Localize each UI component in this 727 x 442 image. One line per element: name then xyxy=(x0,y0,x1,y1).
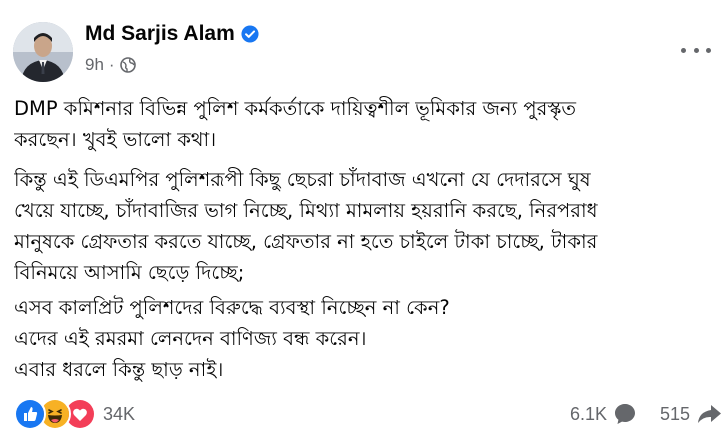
text-line: এদের এই রমরমা লেনদেন বাণিজ্য বন্ধ করেন। xyxy=(14,327,367,350)
text-line: এবার ধরলে কিন্তু ছাড় নাই। xyxy=(14,358,224,381)
shares-count[interactable]: 515 xyxy=(660,404,690,425)
post-paragraph: এসব কালপ্রিট পুলিশদের বিরুদ্ধে ব্যবস্থা … xyxy=(14,292,713,385)
post-paragraph: কিন্তু এই ডিএমপির পুলিশরূপী কিছু ছেচরা চ… xyxy=(14,164,713,288)
meta-separator: · xyxy=(108,55,115,74)
post-author[interactable]: Md Sarjis Alam xyxy=(85,22,259,46)
comments-summary[interactable]: 6.1K xyxy=(570,402,637,426)
shares-summary[interactable]: 515 xyxy=(660,402,722,426)
reactions-count[interactable]: 34K xyxy=(103,404,135,425)
more-options-dot xyxy=(693,47,699,53)
author-avatar[interactable] xyxy=(13,22,73,82)
text-line: বিনিময়ে আসামি ছেড়ে দিচ্ছে; xyxy=(14,261,245,284)
text-line: এসব কালপ্রিট পুলিশদের বিরুদ্ধে ব্যবস্থা … xyxy=(14,296,450,319)
post-paragraph: DMP কমিশনার বিভিন্ন পুলিশ কর্মকর্তাকে দা… xyxy=(14,93,713,155)
post-meta: 9h · xyxy=(85,55,136,75)
comments-count[interactable]: 6.1K xyxy=(570,404,607,425)
verified-badge-icon xyxy=(241,25,259,43)
text-line: খেয়ে যাচ্ছে, চাঁদাবাজির ভাগ নিচ্ছে, মিথ… xyxy=(14,199,598,222)
share-icon xyxy=(698,405,722,423)
avatar-image xyxy=(13,22,73,82)
reactions-summary[interactable]: 34K xyxy=(14,398,135,430)
text-line: করছেন। খুবই ভালো কথা। xyxy=(14,128,217,151)
text-line: কিন্তু এই ডিএমপির পুলিশরূপী কিছু ছেচরা চ… xyxy=(14,168,591,191)
comment-icon xyxy=(615,404,636,424)
text-line: DMP কমিশনার বিভিন্ন পুলিশ কর্মকর্তাকে দা… xyxy=(14,97,577,120)
globe-icon[interactable] xyxy=(119,57,136,73)
author-name[interactable]: Md Sarjis Alam xyxy=(85,22,235,46)
post-timestamp[interactable]: 9h xyxy=(85,55,104,75)
like-icon xyxy=(14,398,46,430)
more-options-button[interactable] xyxy=(681,38,711,62)
text-line: মানুষকে গ্রেফতার করতে যাচ্ছে, গ্রেফতার ন… xyxy=(14,230,598,253)
more-options-dot xyxy=(706,47,711,53)
more-options-icon xyxy=(681,47,686,53)
